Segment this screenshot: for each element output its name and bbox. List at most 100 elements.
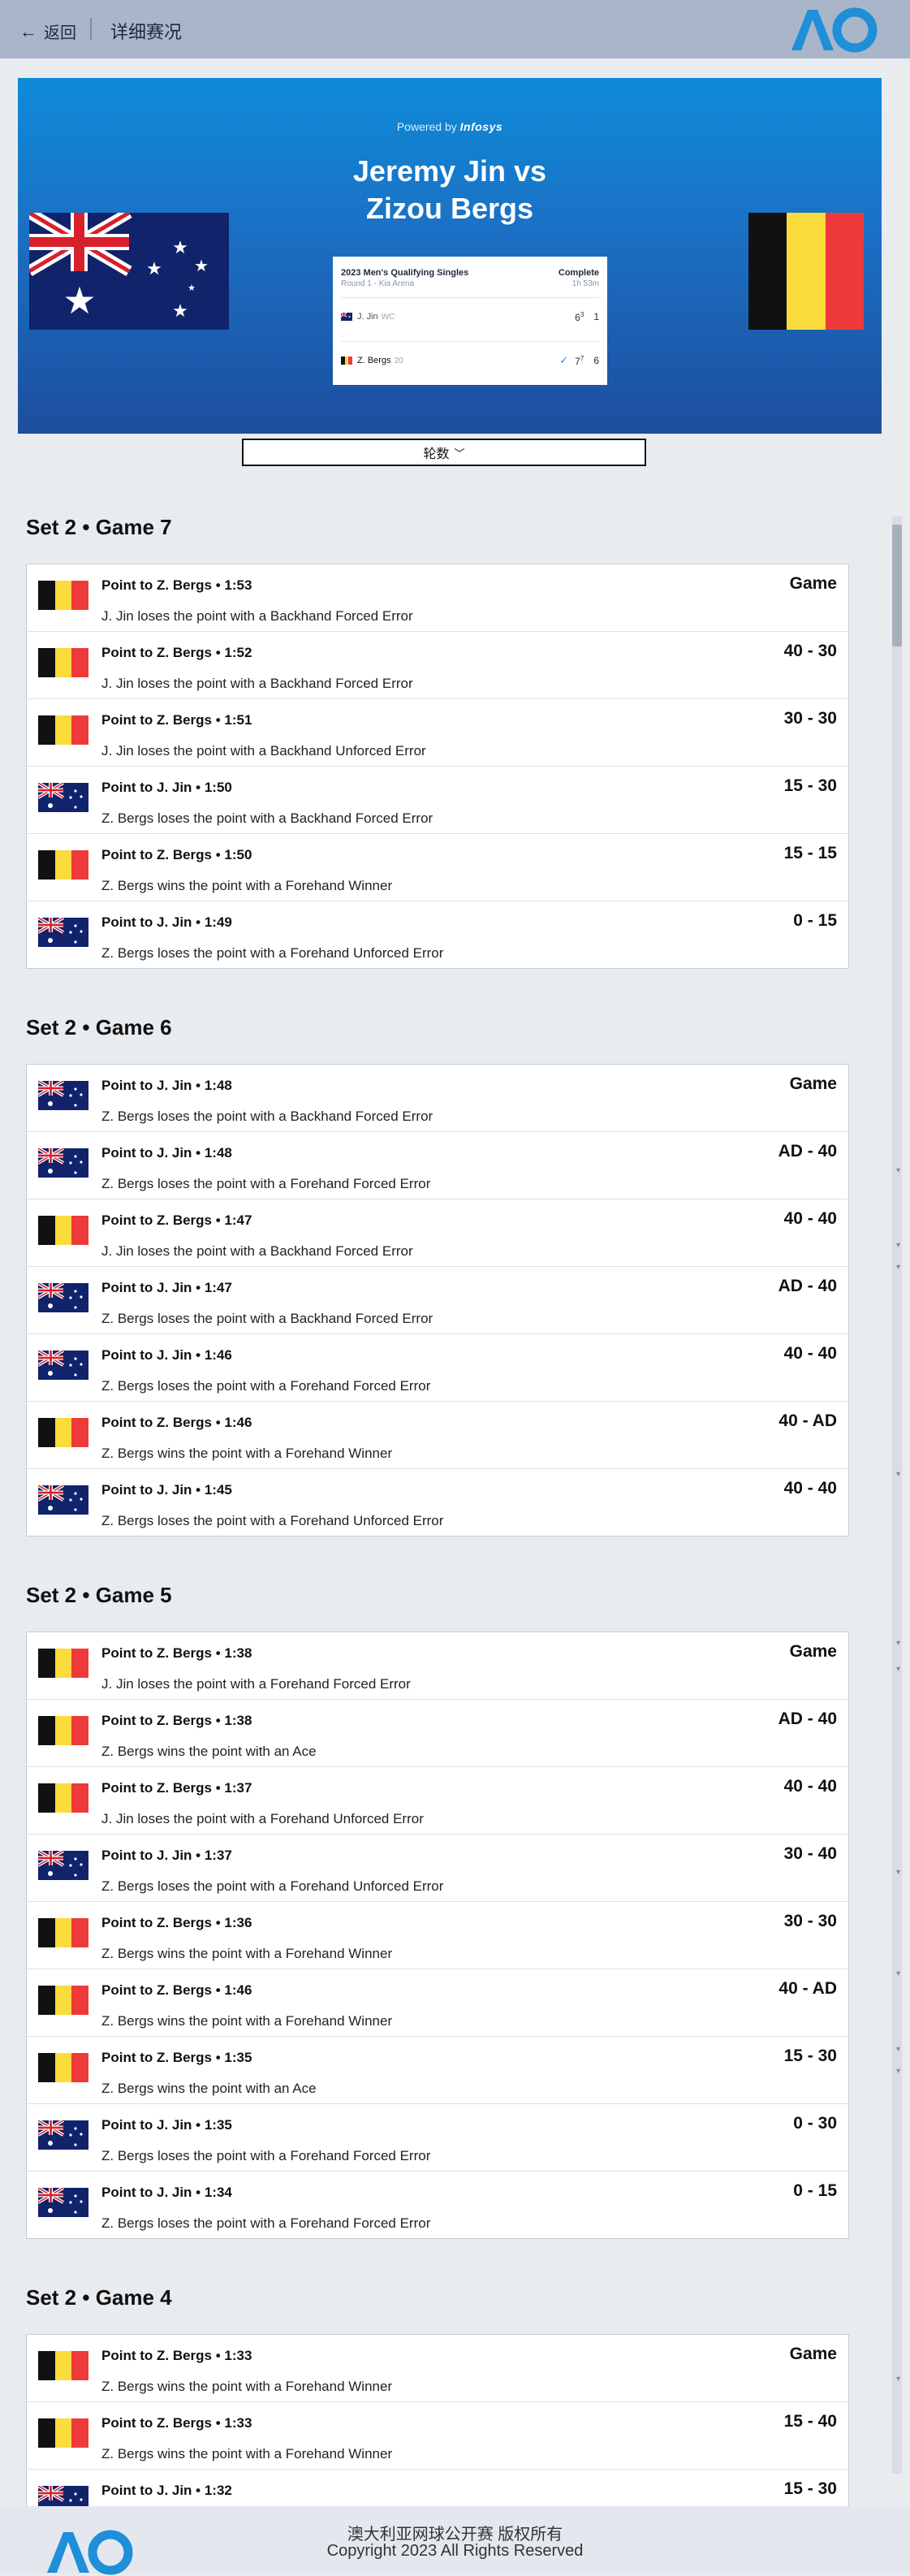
svg-text:★: ★: [188, 283, 196, 293]
scroll-down-icon[interactable]: ▾: [896, 1868, 900, 1877]
point-row[interactable]: Point to Z. Bergs • 1:38 Z. Bergs wins th…: [27, 1700, 848, 1767]
point-title: Point to Z. Bergs • 1:33: [101, 2415, 252, 2431]
point-row[interactable]: Point to J. Jin • 1:35 Z. Bergs loses the…: [27, 2104, 848, 2172]
scorecard-player2-name: Z. Bergs: [357, 356, 391, 365]
point-title: Point to Z. Bergs • 1:38: [101, 1713, 252, 1728]
belgium-flag-icon: [38, 2351, 89, 2380]
scroll-down-icon[interactable]: ▾: [896, 1166, 900, 1175]
powered-by-label: Powered by: [396, 120, 457, 133]
point-row[interactable]: Point to Z. Bergs • 1:46 Z. Bergs wins th…: [27, 1402, 848, 1469]
point-row[interactable]: Point to J. Jin • 1:46 Z. Bergs loses the…: [27, 1334, 848, 1402]
point-description: Z. Bergs wins the point with a Forehand …: [101, 1946, 393, 1961]
arrow-left-icon: ←: [19, 20, 37, 41]
rounds-dropdown[interactable]: 轮数 ﹀: [242, 439, 646, 466]
point-description: Z. Bergs loses the point with a Backhand…: [101, 1311, 433, 1326]
scroll-down-icon[interactable]: ▾: [896, 1470, 900, 1479]
point-row[interactable]: Point to Z. Bergs • 1:33 Z. Bergs wins th…: [27, 2335, 848, 2402]
page-title: 详细赛况: [110, 22, 183, 42]
game-score: Game: [789, 2345, 837, 2363]
chevron-down-icon: ﹀: [454, 447, 465, 460]
game-score: 40 - 40: [783, 1344, 837, 1363]
footer-copyright: Copyright 2023 All Rights Reserved: [326, 2542, 584, 2560]
point-row[interactable]: Point to J. Jin • 1:37 Z. Bergs loses the…: [27, 1835, 848, 1902]
point-description: Z. Bergs loses the point with a Forehand…: [101, 945, 444, 961]
game-score: AD - 40: [778, 1142, 837, 1160]
point-row[interactable]: Point to J. Jin • 1:34 Z. Bergs loses the…: [27, 2172, 848, 2238]
point-row[interactable]: Point to Z. Bergs • 1:47 J. Jin loses the…: [27, 1199, 848, 1267]
australia-flag-icon: ★ ★ ★ ★ ★ ★: [29, 213, 229, 330]
game-score: 40 - 40: [783, 1479, 837, 1498]
australia-flag-icon: [38, 1283, 88, 1312]
game-score: Game: [789, 1642, 837, 1661]
powered-by: Powered by Infosys: [18, 120, 882, 133]
scorecard-player2-set2: 6: [593, 355, 599, 366]
scroll-down-icon[interactable]: ▾: [896, 2045, 900, 2054]
point-title: Point to J. Jin • 1:48: [101, 1078, 232, 1093]
belgium-flag-icon: [341, 357, 353, 365]
point-description: Z. Bergs loses the point with a Forehand…: [101, 1176, 431, 1191]
australia-flag-icon: [38, 1148, 88, 1178]
header-divider: [90, 18, 92, 41]
game-score: AD - 40: [778, 1709, 837, 1728]
point-title: Point to J. Jin • 1:35: [101, 2117, 232, 2133]
point-row[interactable]: Point to J. Jin • 1:48 Z. Bergs loses the…: [27, 1065, 848, 1132]
set-game-title: Set 2 • Game 5: [26, 1583, 172, 1607]
game-score: 30 - 40: [783, 1844, 837, 1863]
game-score: 0 - 15: [793, 2181, 837, 2200]
match-title-line1: Jeremy Jin vs: [352, 154, 547, 188]
belgium-flag-icon: [38, 1216, 89, 1245]
point-row[interactable]: Point to Z. Bergs • 1:38 J. Jin loses the…: [27, 1632, 848, 1700]
point-row[interactable]: Point to Z. Bergs • 1:53 J. Jin loses the…: [27, 564, 848, 632]
scroll-down-icon[interactable]: ▾: [896, 1263, 900, 1272]
australia-flag-icon: [38, 1485, 88, 1515]
scroll-down-icon[interactable]: ▾: [896, 1639, 900, 1648]
point-row[interactable]: Point to Z. Bergs • 1:36 Z. Bergs wins th…: [27, 1902, 848, 1969]
belgium-flag-icon: [38, 850, 89, 880]
scorecard-header: 2023 Men's Qualifying Singles Round 1 - …: [333, 257, 607, 288]
scrollbar-thumb[interactable]: [892, 525, 902, 646]
point-description: J. Jin loses the point with a Backhand F…: [101, 608, 413, 624]
scorecard-row-player1: J. Jin WC 63 1: [341, 297, 599, 335]
ao-logo[interactable]: [787, 5, 878, 54]
game-score: 40 - 40: [783, 1777, 837, 1796]
point-title: Point to Z. Bergs • 1:46: [101, 1415, 252, 1430]
point-description: J. Jin loses the point with a Backhand U…: [101, 743, 426, 759]
belgium-flag-icon: [38, 715, 89, 745]
scorecard-event: 2023 Men's Qualifying Singles: [341, 268, 469, 278]
scroll-down-icon[interactable]: ▾: [896, 2375, 900, 2384]
scorecard[interactable]: 2023 Men's Qualifying Singles Round 1 - …: [333, 257, 607, 385]
back-button[interactable]: ← 返回: [19, 19, 76, 43]
point-row[interactable]: Point to Z. Bergs • 1:51 J. Jin loses the…: [27, 699, 848, 767]
point-row[interactable]: Point to J. Jin • 1:50 Z. Bergs loses the…: [27, 767, 848, 834]
point-row[interactable]: Point to Z. Bergs • 1:50 Z. Bergs wins th…: [27, 834, 848, 901]
svg-text:★: ★: [172, 301, 188, 322]
point-row[interactable]: Point to Z. Bergs • 1:35 Z. Bergs wins th…: [27, 2037, 848, 2104]
point-row[interactable]: Point to Z. Bergs • 1:33 Z. Bergs wins th…: [27, 2402, 848, 2470]
australia-flag-icon: [38, 918, 88, 947]
australia-flag-icon: [38, 1351, 88, 1380]
point-title: Point to Z. Bergs • 1:52: [101, 645, 252, 660]
point-row[interactable]: Point to J. Jin • 1:48 Z. Bergs loses the…: [27, 1132, 848, 1199]
point-title: Point to J. Jin • 1:45: [101, 1482, 232, 1498]
point-row[interactable]: Point to J. Jin • 1:47 Z. Bergs loses the…: [27, 1267, 848, 1334]
point-description: J. Jin loses the point with a Backhand F…: [101, 676, 413, 691]
scroll-down-icon[interactable]: ▾: [896, 1969, 900, 1978]
point-row[interactable]: Point to Z. Bergs • 1:37 J. Jin loses the…: [27, 1767, 848, 1835]
point-title: Point to J. Jin • 1:47: [101, 1280, 232, 1295]
scroll-down-icon[interactable]: ▾: [896, 1241, 900, 1250]
point-row[interactable]: Point to J. Jin • 1:45 Z. Bergs loses the…: [27, 1469, 848, 1536]
belgium-flag-icon: [38, 1918, 89, 1947]
point-row[interactable]: Point to Z. Bergs • 1:46 Z. Bergs wins th…: [27, 1969, 848, 2037]
scrollbar[interactable]: [892, 516, 902, 2474]
scroll-down-icon[interactable]: ▾: [896, 2067, 900, 2076]
point-description: Z. Bergs wins the point with a Forehand …: [101, 2446, 393, 2461]
game-score: 15 - 30: [783, 2047, 837, 2065]
australia-flag-icon: [38, 1851, 88, 1880]
svg-text:★: ★: [63, 279, 96, 322]
point-row[interactable]: Point to Z. Bergs • 1:52 J. Jin loses the…: [27, 632, 848, 699]
point-description: Z. Bergs loses the point with a Forehand…: [101, 2148, 431, 2163]
scroll-down-icon[interactable]: ▾: [896, 1665, 900, 1674]
point-row[interactable]: Point to J. Jin • 1:49 Z. Bergs loses the…: [27, 901, 848, 968]
game-score: 40 - 30: [783, 642, 837, 660]
point-title: Point to Z. Bergs • 1:47: [101, 1212, 252, 1228]
